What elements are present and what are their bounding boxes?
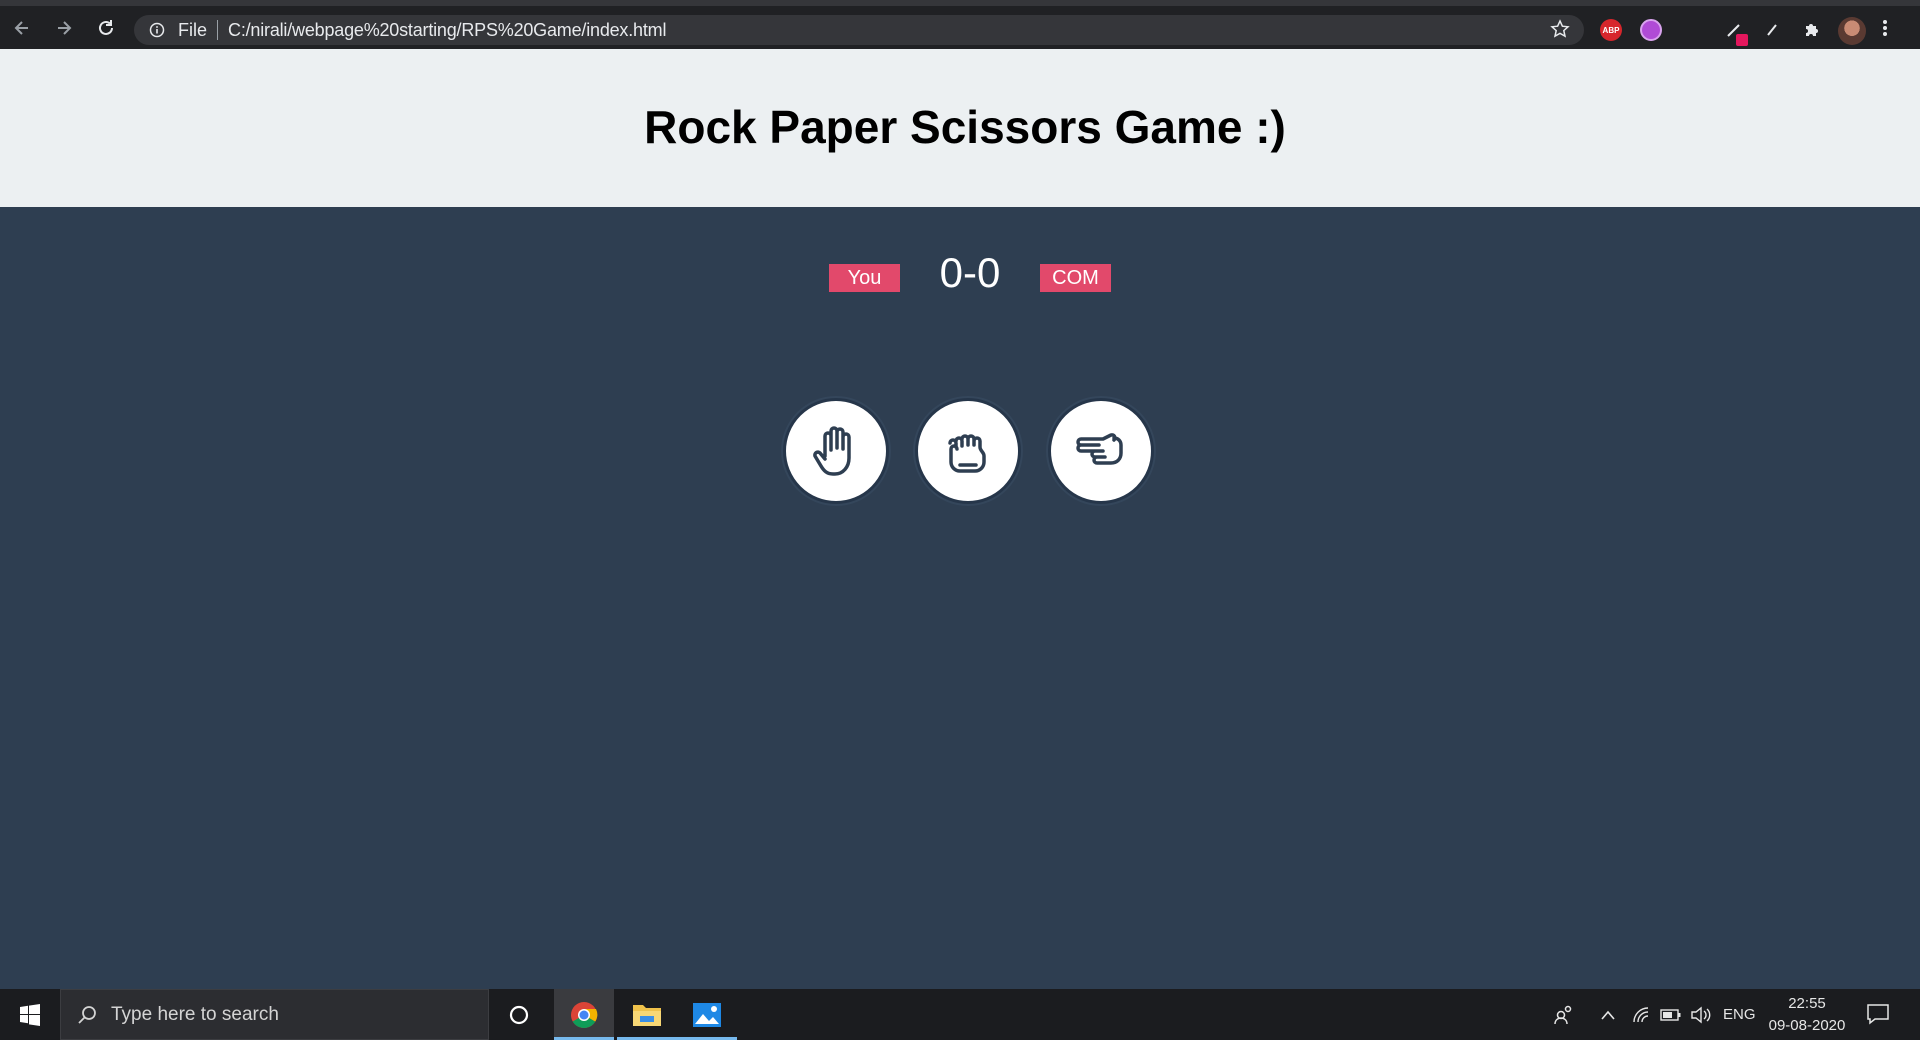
- hand-scissors-icon: [1076, 433, 1123, 465]
- taskbar-file-explorer-app[interactable]: [617, 989, 677, 1040]
- page-header: Rock Paper Scissors Game :): [0, 49, 1920, 207]
- wifi-icon[interactable]: [1632, 989, 1652, 1040]
- photos-icon: [693, 1002, 721, 1027]
- protocol-label: File: [178, 19, 208, 40]
- scissors-choice-button[interactable]: [1048, 398, 1154, 504]
- extensions-puzzle-icon[interactable]: [1800, 18, 1824, 42]
- notification-center-icon[interactable]: [1866, 1003, 1890, 1030]
- user-label-badge: You: [829, 264, 900, 292]
- extension-circle-icon[interactable]: [1640, 19, 1662, 41]
- hand-paper-icon: [813, 426, 851, 476]
- pencil-extension-icon[interactable]: [1760, 18, 1784, 42]
- profile-avatar[interactable]: [1838, 17, 1866, 45]
- browser-menu-icon[interactable]: [1882, 18, 1888, 43]
- bookmark-star-icon[interactable]: [1550, 19, 1570, 44]
- clock-time: 22:55: [1788, 995, 1826, 1012]
- language-indicator[interactable]: ENG: [1723, 989, 1756, 1040]
- paper-choice-button[interactable]: [783, 398, 889, 504]
- hand-rock-icon: [948, 434, 986, 473]
- taskbar-clock[interactable]: 22:55 09-08-2020: [1762, 993, 1852, 1037]
- cortana-icon[interactable]: [504, 1002, 534, 1028]
- clock-date: 09-08-2020: [1768, 1017, 1846, 1034]
- address-bar[interactable]: File C:/nirali/webpage%20starting/RPS%20…: [134, 15, 1584, 45]
- taskbar-chrome-app[interactable]: [554, 989, 614, 1040]
- forward-arrow-icon[interactable]: [44, 8, 84, 48]
- windows-taskbar: Type here to search ENG 22:55 09-08-2020: [0, 989, 1920, 1040]
- back-arrow-icon[interactable]: [2, 8, 42, 48]
- battery-icon[interactable]: [1660, 989, 1682, 1040]
- pen-extension-icon[interactable]: [1722, 18, 1748, 46]
- windows-start-icon[interactable]: [0, 989, 60, 1040]
- search-icon: [77, 1005, 97, 1025]
- rock-choice-button[interactable]: [915, 398, 1021, 504]
- taskbar-photos-app[interactable]: [677, 989, 737, 1040]
- score-display: 0-0: [939, 249, 1001, 296]
- game-area: You 0-0 COM: [0, 207, 1920, 989]
- search-placeholder: Type here to search: [111, 1003, 279, 1025]
- notification-dot: [1736, 34, 1748, 46]
- page-title: Rock Paper Scissors Game :): [644, 101, 1286, 153]
- volume-icon[interactable]: [1690, 989, 1712, 1040]
- computer-label-badge: COM: [1040, 264, 1111, 292]
- url-text[interactable]: C:/nirali/webpage%20starting/RPS%20Game/…: [228, 20, 666, 41]
- info-icon[interactable]: [148, 21, 166, 39]
- folder-icon: [633, 1004, 661, 1026]
- chrome-icon: [571, 1001, 598, 1028]
- people-icon[interactable]: [1554, 989, 1574, 1040]
- address-separator: [217, 20, 219, 40]
- taskbar-search-box[interactable]: Type here to search: [60, 989, 489, 1040]
- browser-toolbar: File C:/nirali/webpage%20starting/RPS%20…: [0, 0, 1920, 49]
- adblock-icon[interactable]: ABP: [1600, 19, 1622, 41]
- show-hidden-icons-icon[interactable]: [1600, 989, 1616, 1040]
- reload-icon[interactable]: [86, 8, 126, 48]
